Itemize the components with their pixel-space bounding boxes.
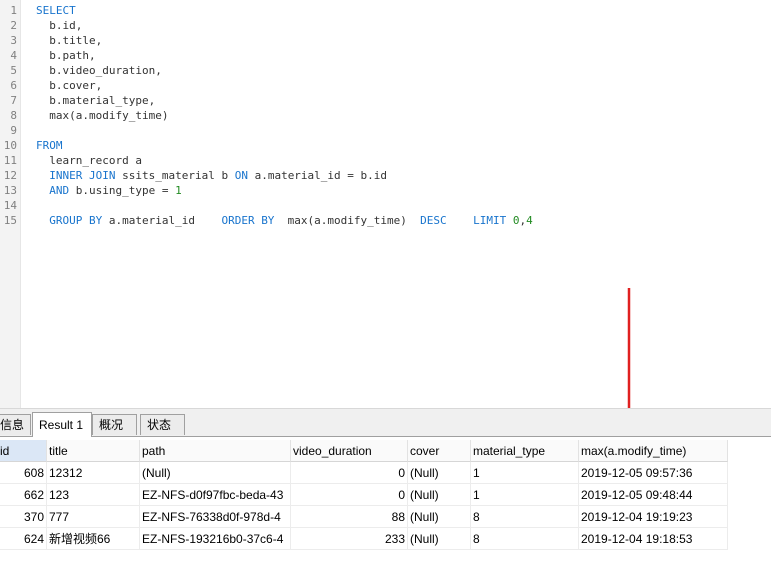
column-header-max-modify-time[interactable]: max(a.modify_time) — [579, 440, 728, 462]
cell-video-duration[interactable]: 233 — [291, 528, 408, 550]
tab-result-1[interactable]: Result 1 — [32, 412, 92, 437]
cell-path[interactable]: EZ-NFS-193216b0-37c6-4 — [140, 528, 291, 550]
cell-max-modify-time[interactable]: 2019-12-04 19:18:53 — [579, 528, 728, 550]
cell-video-duration[interactable]: 88 — [291, 506, 408, 528]
cell-title[interactable]: 新增视频66 — [47, 528, 140, 550]
cell-material-type[interactable]: 1 — [471, 484, 579, 506]
cell-path[interactable]: EZ-NFS-d0f97fbc-beda-43 — [140, 484, 291, 506]
tab-status[interactable]: 状态 — [140, 414, 185, 435]
result-tab-bar: 信息 Result 1 概况 状态 — [0, 408, 771, 437]
tab-overview[interactable]: 概况 — [92, 414, 137, 435]
cell-max-modify-time[interactable]: 2019-12-05 09:57:36 — [579, 462, 728, 484]
column-header-path[interactable]: path — [140, 440, 291, 462]
cell-id[interactable]: 662 — [0, 484, 47, 506]
column-header-material-type[interactable]: material_type — [471, 440, 579, 462]
cell-material-type[interactable]: 1 — [471, 462, 579, 484]
cell-path[interactable]: EZ-NFS-76338d0f-978d-4 — [140, 506, 291, 528]
cell-title[interactable]: 123 — [47, 484, 140, 506]
cell-material-type[interactable]: 8 — [471, 506, 579, 528]
column-header-video-duration[interactable]: video_duration — [291, 440, 408, 462]
cell-title[interactable]: 12312 — [47, 462, 140, 484]
cell-max-modify-time[interactable]: 2019-12-04 19:19:23 — [579, 506, 728, 528]
cell-id[interactable]: 608 — [0, 462, 47, 484]
cell-cover[interactable]: (Null) — [408, 506, 471, 528]
column-header-id[interactable]: id — [0, 440, 47, 462]
tab-info[interactable]: 信息 — [0, 414, 31, 435]
cell-cover[interactable]: (Null) — [408, 528, 471, 550]
cell-max-modify-time[interactable]: 2019-12-05 09:48:44 — [579, 484, 728, 506]
cell-path[interactable]: (Null) — [140, 462, 291, 484]
column-header-cover[interactable]: cover — [408, 440, 471, 462]
cell-cover[interactable]: (Null) — [408, 484, 471, 506]
cell-video-duration[interactable]: 0 — [291, 462, 408, 484]
cell-title[interactable]: 777 — [47, 506, 140, 528]
cell-material-type[interactable]: 8 — [471, 528, 579, 550]
cell-video-duration[interactable]: 0 — [291, 484, 408, 506]
cell-id[interactable]: 624 — [0, 528, 47, 550]
cell-cover[interactable]: (Null) — [408, 462, 471, 484]
cell-id[interactable]: 370 — [0, 506, 47, 528]
column-header-title[interactable]: title — [47, 440, 140, 462]
